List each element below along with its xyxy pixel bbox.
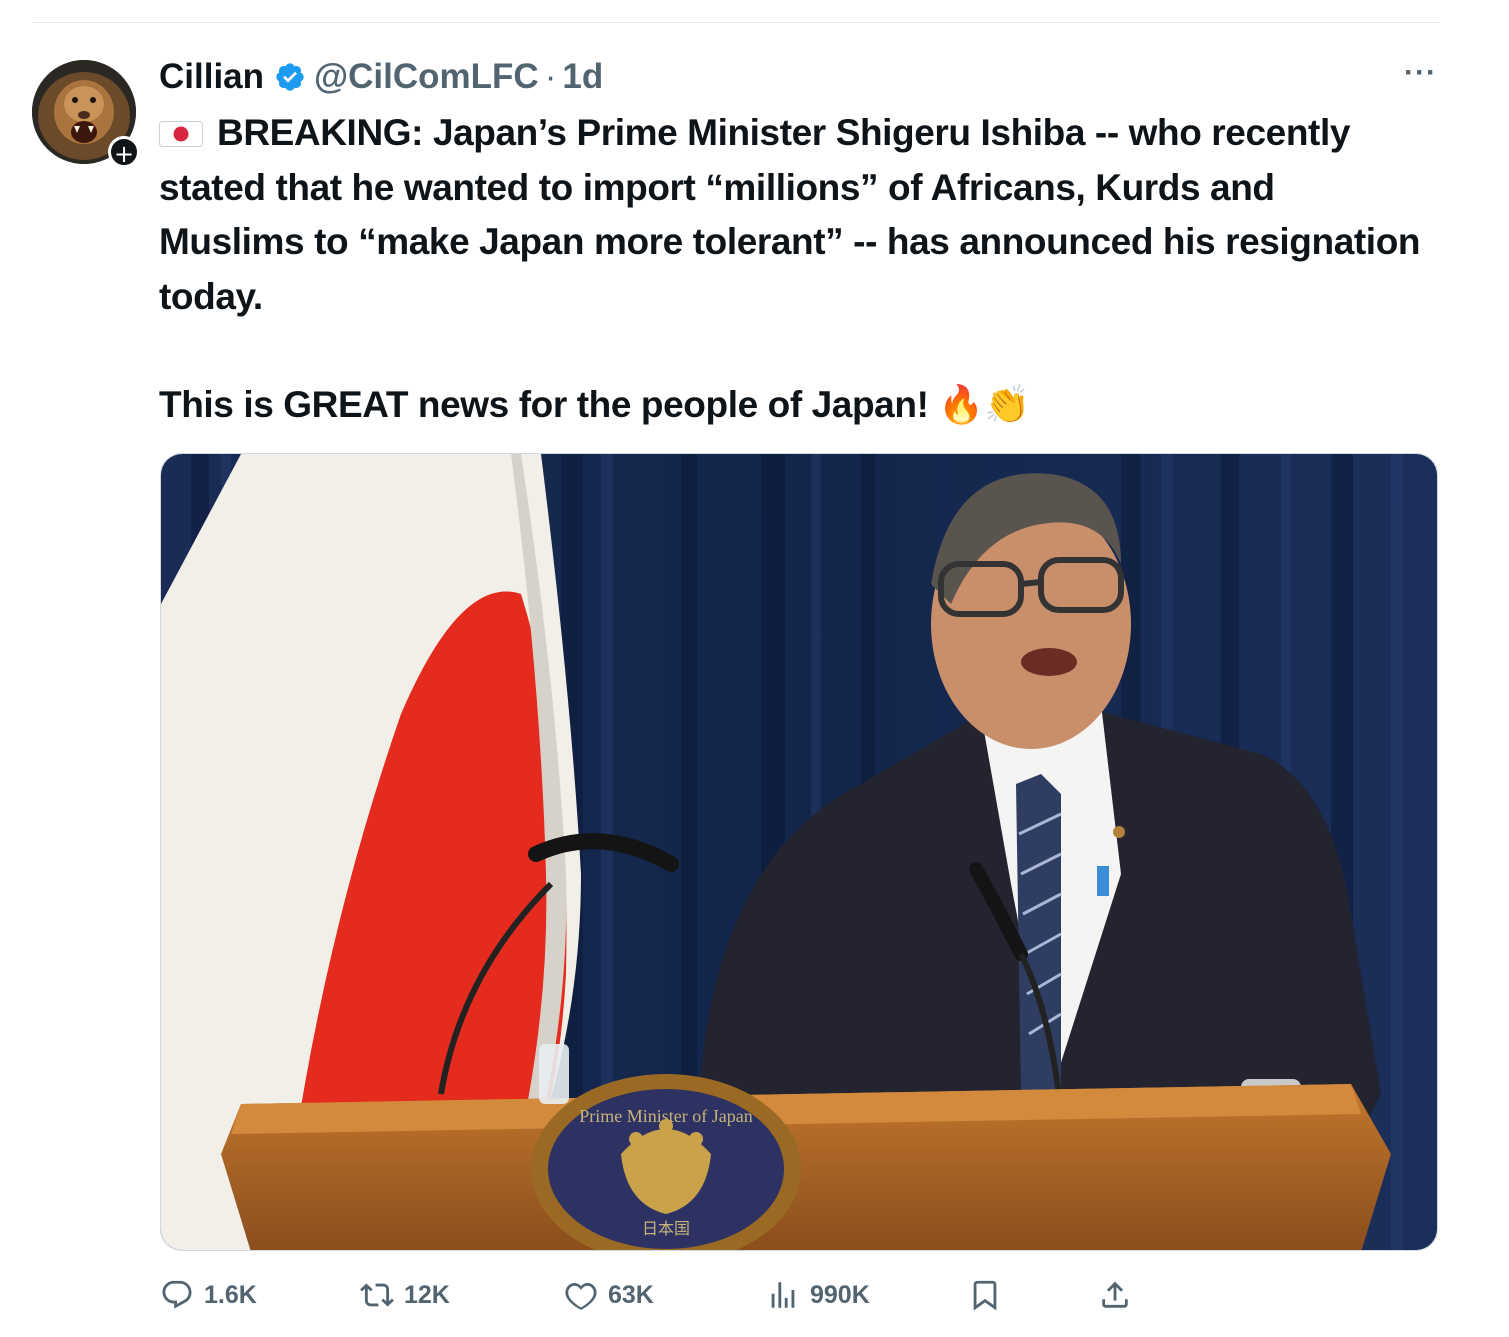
like-count: 63K (608, 1280, 654, 1309)
tweet-timestamp[interactable]: 1d (562, 57, 603, 97)
separator-dot: · (544, 57, 557, 96)
reply-count: 1.6K (204, 1280, 257, 1309)
tweet-paragraph-1: BREAKING: Japan’s Prime Minister Shigeru… (159, 106, 1429, 324)
tweet-actions-bar: 1.6K 12K 63K 990K (160, 1272, 1440, 1318)
tweet-text: BREAKING: Japan’s Prime Minister Shigeru… (159, 106, 1429, 433)
bookmark-icon (973, 1280, 997, 1311)
more-options-icon[interactable]: ··· (1404, 56, 1437, 90)
repost-button[interactable]: 12K (360, 1272, 450, 1318)
like-button[interactable]: 63K (564, 1272, 654, 1318)
views-button[interactable]: 990K (766, 1272, 870, 1318)
share-button[interactable] (1098, 1272, 1142, 1318)
tweet-header: Cillian @CilComLFC · 1d (159, 55, 603, 99)
share-icon (1102, 1281, 1128, 1308)
timeline-divider (33, 22, 1439, 23)
follow-button[interactable]: + (108, 136, 140, 168)
reply-button[interactable]: 1.6K (160, 1272, 257, 1318)
repost-icon (360, 1283, 394, 1307)
views-chart-icon (771, 1282, 795, 1308)
tweet-media-photo[interactable]: Prime Minister of Japan 日本国 (160, 453, 1438, 1251)
verified-badge-icon (276, 63, 304, 91)
tweet-text-p1: BREAKING: Japan’s Prime Minister Shigeru… (159, 112, 1421, 317)
repost-count: 12K (404, 1280, 450, 1309)
tweet-text-p2: This is GREAT news for the people of Jap… (159, 384, 1030, 425)
heart-icon (565, 1282, 597, 1310)
bookmark-button[interactable] (968, 1272, 1012, 1318)
press-conference-photo: Prime Minister of Japan 日本国 (161, 454, 1437, 1250)
reply-icon (162, 1280, 192, 1309)
display-name[interactable]: Cillian (159, 57, 264, 97)
views-count: 990K (810, 1280, 870, 1309)
japan-flag-icon (159, 121, 203, 147)
podium-seal-kanji: 日本国 (642, 1219, 690, 1238)
author-handle[interactable]: @CilComLFC (314, 57, 539, 97)
